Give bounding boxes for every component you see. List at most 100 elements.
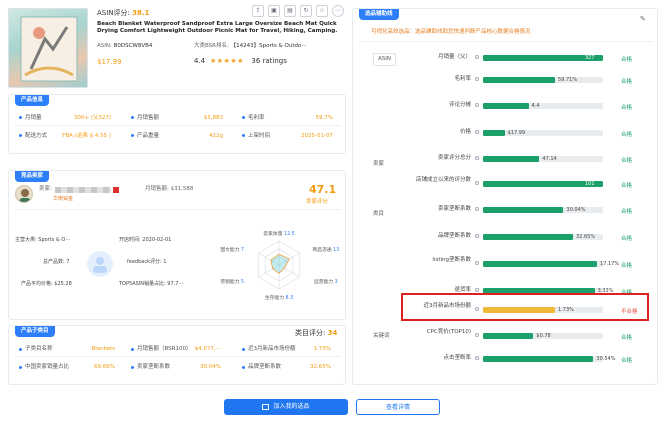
- assist-bar-value: 59.71%: [558, 76, 578, 83]
- radar-label: 卖家体量 12.5: [263, 230, 294, 237]
- info-icon[interactable]: [475, 234, 479, 238]
- info-icon[interactable]: [475, 288, 479, 292]
- bsr-value[interactable]: 【14243】Sports & Outdo···: [231, 43, 307, 49]
- category-label: 品牌垄断系数: [248, 364, 282, 370]
- group-label-2: 类目: [373, 211, 385, 217]
- rating-stars: ★★★★★ ★★★★★: [210, 57, 250, 66]
- seller-name-line: 卖家:: [39, 186, 119, 193]
- category-tag: 产品子类目: [15, 326, 55, 337]
- product-image[interactable]: [8, 8, 88, 88]
- image-icon[interactable]: ▣: [268, 5, 280, 17]
- category-label: 中国卖家销量占比: [25, 364, 70, 370]
- assist-bar-fill: [483, 156, 540, 162]
- info-label: 配送方式: [19, 133, 47, 140]
- assist-status: 合格: [621, 157, 633, 164]
- assist-bar-fill: [483, 130, 505, 136]
- rating-count[interactable]: 36 ratings: [251, 57, 287, 65]
- info-icon[interactable]: [475, 181, 479, 185]
- radar-label-name: 商品流通: [312, 246, 333, 253]
- assist-bar-value: 17.17%: [600, 260, 620, 267]
- assist-bar-value: $17.99: [507, 129, 526, 136]
- assist-tag: 选品辅助线: [359, 9, 399, 20]
- assist-bar-track: [483, 77, 603, 83]
- category-score-line: 类目评分: 34: [295, 329, 337, 338]
- assist-bar-value: 30.04%: [566, 206, 586, 213]
- info-icon[interactable]: [475, 156, 479, 160]
- info-label: 月销售额: [131, 115, 159, 122]
- product-title[interactable]: Beach Blanket Waterproof Sandproof Extra…: [97, 21, 345, 36]
- more-icon[interactable]: ⋯: [332, 5, 344, 17]
- assist-row-label: 店铺成立以来的评分数: [415, 177, 471, 183]
- share-icon[interactable]: ⇪: [252, 5, 264, 17]
- info-icon[interactable]: [475, 55, 479, 59]
- person-icon: [19, 189, 31, 202]
- info-icon[interactable]: [475, 207, 479, 211]
- category-value: 69.66%: [94, 364, 115, 370]
- seller-stat: 产品平均价格: $25.28: [21, 281, 72, 287]
- view-details-button[interactable]: 查看详情: [356, 399, 440, 415]
- info-icon[interactable]: [475, 261, 479, 265]
- bullet-icon: [131, 134, 134, 137]
- assist-status: 合格: [621, 131, 633, 138]
- info-icon[interactable]: [475, 103, 479, 107]
- group-label-0: ASIN: [373, 53, 396, 66]
- history-icon[interactable]: ↻: [300, 5, 312, 17]
- edit-icon[interactable]: ✎: [640, 15, 646, 23]
- assist-row-label: 卖家垄断系数: [437, 206, 471, 212]
- star-icon[interactable]: ☆: [316, 5, 328, 17]
- add-to-selection-button[interactable]: 加入我的选品: [224, 399, 348, 415]
- info-icon[interactable]: [475, 77, 479, 81]
- assist-status: 合格: [621, 104, 633, 111]
- assist-row-label: 点击垄断率: [443, 355, 471, 361]
- seller-stat: 开店时间: 2020-02-01: [119, 237, 172, 243]
- assist-bar-fill: [483, 261, 597, 267]
- info-label: 产品重量: [131, 133, 159, 140]
- seller-origin: 华南铂金: [53, 196, 74, 202]
- asin-label: ASIN:: [97, 43, 112, 49]
- category-label: 子类目名称: [25, 346, 53, 352]
- rating-line: 4.4 ★★★★★ ★★★★★ 36 ratings: [194, 57, 287, 66]
- assist-bar-track: [483, 130, 603, 136]
- info-icon[interactable]: [475, 130, 479, 134]
- radar-label: 图文能力 7: [220, 246, 244, 253]
- radar-value-area: [270, 253, 290, 274]
- info-value: 2025-01-07: [301, 133, 333, 139]
- price: $17.99: [97, 58, 122, 66]
- assist-row-label: listing垄断系数: [432, 257, 471, 263]
- bullet-icon: [131, 348, 134, 351]
- assist-bar-fill: [483, 356, 594, 362]
- radar-label: 营销能力 5: [220, 278, 244, 285]
- category-card: 产品子类目 类目评分: 34 子类目名称 Blankets 月销售额（BSR100）…: [8, 325, 346, 385]
- asin-value[interactable]: B0DSCW8VB4: [114, 43, 153, 49]
- info-value: 300+ (父327): [73, 115, 111, 121]
- assist-notice: 可视化高效选品：选品辅助线助您快速判断产品核心数据合格情况: [371, 29, 531, 35]
- bullet-icon: [19, 366, 22, 369]
- bullet-icon: [19, 116, 22, 119]
- seller-monthly-sales: 月销售额: $31,588: [145, 186, 194, 192]
- info-icon[interactable]: [475, 356, 479, 360]
- seller-label: 卖家:: [39, 186, 52, 192]
- group-label-1: 卖家: [373, 161, 385, 167]
- bullet-icon: [242, 116, 245, 119]
- info-value: 59.7%: [315, 115, 333, 121]
- seller-stat: 总产品数: 7: [43, 259, 70, 265]
- assist-bar-track: [483, 261, 603, 267]
- assist-bar-value: 4.4: [531, 102, 540, 109]
- assist-bar-fill: [483, 103, 529, 109]
- assist-bar-value: 47.14: [542, 155, 557, 162]
- assist-bar-fill: [483, 207, 564, 213]
- divider: [359, 41, 653, 42]
- bullet-icon: [242, 366, 245, 369]
- stars-fill-icon: ★★★★★: [210, 57, 244, 65]
- seller-avatar: [15, 185, 33, 203]
- divider: [15, 356, 341, 357]
- category-value: 30.04%: [200, 364, 221, 370]
- assist-bar-value: 327: [585, 54, 595, 61]
- info-icon[interactable]: [475, 333, 479, 337]
- radar-label-name: 营销能力: [220, 278, 241, 285]
- clipboard-icon[interactable]: ▤: [284, 5, 296, 17]
- seller-avatar-placeholder: [87, 251, 113, 277]
- radar-label-value: 13: [333, 247, 339, 253]
- assist-status: 合格: [621, 235, 633, 242]
- assist-status: 合格: [621, 357, 633, 364]
